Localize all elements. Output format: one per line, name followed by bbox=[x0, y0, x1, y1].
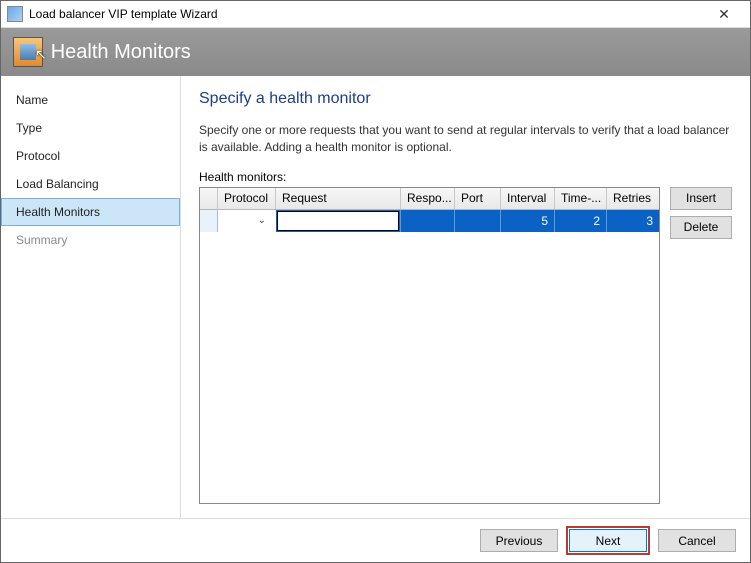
table-row[interactable]: ⌄ 5 2 3 bbox=[200, 210, 659, 232]
row-selector[interactable] bbox=[200, 210, 218, 232]
banner: ↖ Health Monitors bbox=[1, 28, 750, 76]
cell-protocol[interactable]: ⌄ bbox=[218, 210, 276, 232]
cancel-button[interactable]: Cancel bbox=[658, 529, 736, 552]
delete-button[interactable]: Delete bbox=[670, 216, 732, 239]
sidebar-item-type[interactable]: Type bbox=[1, 114, 180, 142]
cell-interval[interactable]: 5 bbox=[501, 210, 555, 232]
grid-area: Protocol Request Respo... Port Interval … bbox=[199, 187, 732, 504]
col-selector bbox=[200, 188, 218, 209]
grid-label: Health monitors: bbox=[199, 170, 732, 184]
chevron-down-icon[interactable]: ⌄ bbox=[258, 215, 266, 226]
sidebar-item-summary[interactable]: Summary bbox=[1, 226, 180, 254]
col-request[interactable]: Request bbox=[276, 188, 401, 209]
wizard-window: Load balancer VIP template Wizard ✕ ↖ He… bbox=[0, 0, 751, 563]
health-monitors-grid[interactable]: Protocol Request Respo... Port Interval … bbox=[199, 187, 660, 504]
app-icon bbox=[7, 6, 23, 22]
cell-timeout[interactable]: 2 bbox=[555, 210, 607, 232]
sidebar-item-protocol[interactable]: Protocol bbox=[1, 142, 180, 170]
sidebar: Name Type Protocol Load Balancing Health… bbox=[1, 76, 181, 518]
col-timeout[interactable]: Time-... bbox=[555, 188, 607, 209]
spacer bbox=[199, 504, 732, 518]
wizard-body: Name Type Protocol Load Balancing Health… bbox=[1, 76, 750, 518]
content-pane: Specify a health monitor Specify one or … bbox=[181, 76, 750, 518]
grid-side-buttons: Insert Delete bbox=[670, 187, 732, 504]
insert-button[interactable]: Insert bbox=[670, 187, 732, 210]
wizard-icon bbox=[13, 37, 43, 67]
grid-header: Protocol Request Respo... Port Interval … bbox=[200, 188, 659, 210]
sidebar-item-name[interactable]: Name bbox=[1, 86, 180, 114]
previous-button[interactable]: Previous bbox=[480, 529, 558, 552]
col-retries[interactable]: Retries bbox=[607, 188, 659, 209]
sidebar-item-load-balancing[interactable]: Load Balancing bbox=[1, 170, 180, 198]
window-title: Load balancer VIP template Wizard bbox=[29, 7, 704, 21]
col-protocol[interactable]: Protocol bbox=[218, 188, 276, 209]
footer: Previous Next Cancel bbox=[1, 518, 750, 562]
page-description: Specify one or more requests that you wa… bbox=[199, 122, 732, 156]
request-input[interactable] bbox=[277, 211, 399, 231]
next-button-highlight: Next bbox=[566, 526, 650, 555]
cell-port[interactable] bbox=[455, 210, 501, 232]
banner-title: Health Monitors bbox=[51, 41, 191, 64]
cell-response[interactable] bbox=[401, 210, 455, 232]
page-heading: Specify a health monitor bbox=[199, 90, 732, 108]
col-interval[interactable]: Interval bbox=[501, 188, 555, 209]
col-response[interactable]: Respo... bbox=[401, 188, 455, 209]
sidebar-item-health-monitors[interactable]: Health Monitors bbox=[1, 198, 180, 226]
cell-request[interactable] bbox=[276, 210, 401, 232]
cell-retries[interactable]: 3 bbox=[607, 210, 659, 232]
close-button[interactable]: ✕ bbox=[704, 6, 744, 23]
grid-empty-area bbox=[200, 232, 659, 503]
titlebar: Load balancer VIP template Wizard ✕ bbox=[1, 1, 750, 28]
col-port[interactable]: Port bbox=[455, 188, 501, 209]
next-button[interactable]: Next bbox=[569, 529, 647, 552]
